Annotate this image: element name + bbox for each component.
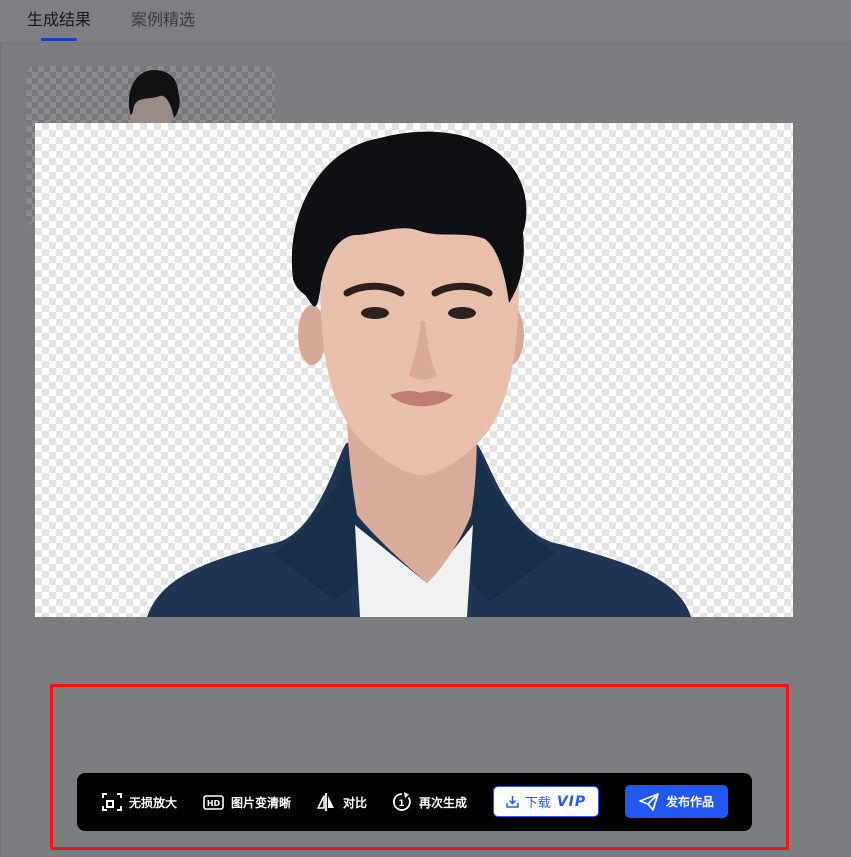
vip-badge: VIP	[556, 793, 587, 810]
paper-plane-icon	[639, 792, 659, 811]
svg-text:HD: HD	[207, 799, 221, 808]
expand-frame-icon	[102, 793, 122, 811]
tab-bar: 生成结果 案例精选	[0, 0, 851, 43]
publish-label: 发布作品	[665, 795, 714, 809]
compare-label: 对比	[343, 795, 368, 810]
svg-text:1: 1	[398, 799, 404, 809]
compare-split-icon	[316, 793, 336, 811]
hd-icon: HD	[203, 794, 224, 810]
compare-button[interactable]: 对比	[316, 773, 367, 831]
publish-button[interactable]: 发布作品	[625, 785, 728, 818]
regenerate-icon: 1	[392, 792, 412, 812]
generated-image-preview	[35, 123, 793, 617]
regenerate-label: 再次生成	[419, 795, 468, 810]
tab-case-selection[interactable]: 案例精选	[131, 10, 195, 30]
lossless-upscale-button[interactable]: 无损放大	[102, 773, 177, 831]
left-divider	[0, 42, 2, 857]
regenerate-button[interactable]: 1 再次生成	[392, 773, 467, 831]
download-vip-button[interactable]: 下载 VIP	[493, 786, 599, 817]
portrait-image	[147, 131, 691, 617]
lossless-upscale-label: 无损放大	[129, 795, 178, 810]
hd-enhance-button[interactable]: HD 图片变清晰	[203, 773, 291, 831]
tab-generation-result[interactable]: 生成结果	[27, 10, 91, 30]
download-icon	[506, 795, 519, 808]
download-label: 下载	[524, 796, 551, 811]
active-tab-indicator	[41, 38, 77, 41]
image-action-toolbar: 无损放大 HD 图片变清晰 对比 1 再次生成 下载 VIP 发布作品	[77, 773, 752, 831]
hd-enhance-label: 图片变清晰	[231, 795, 292, 810]
